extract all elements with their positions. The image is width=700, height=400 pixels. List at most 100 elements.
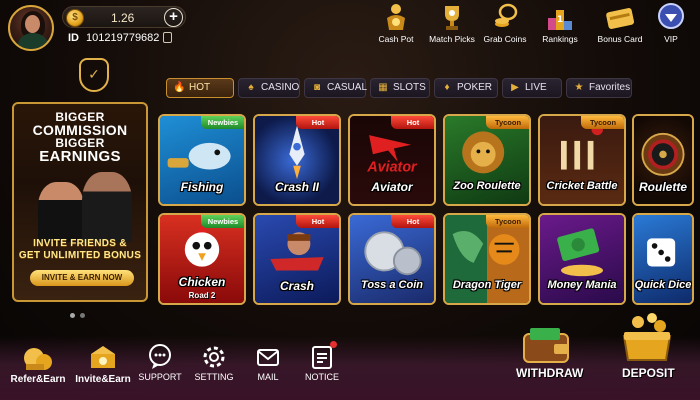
promo-line: EARNINGS [39,148,121,165]
wallet-icon[interactable] [518,326,574,366]
game-tile-chicken-road-2[interactable]: Newbies Chicken Road 2 [158,213,246,305]
withdraw-button[interactable]: WITHDRAW [516,366,583,380]
tab-casino[interactable]: ♠ CASINO [238,78,300,98]
game-tile-quick-dice[interactable]: Quick Dice [632,213,694,305]
game-title: Crash [279,279,314,293]
nav-label: Invite&Earn [75,374,131,385]
notice-icon [310,341,337,370]
top-nav-vip[interactable]: VIP [646,2,696,52]
tab-hot[interactable]: 🔥 HOT [166,78,234,98]
gear-icon [202,344,226,370]
coin-icon: $ [66,9,84,27]
game-title: Dragon Tiger [452,279,522,291]
game-subtitle: Road 2 [188,291,216,300]
game-title: Zoo Roulette [453,180,521,192]
game-tile-aviator[interactable]: Aviator Hot Aviator [348,114,436,206]
game-title: Toss a Coin [361,279,423,291]
nav-label: MAIL [257,372,279,382]
top-nav-match-picks[interactable]: Match Picks [422,2,482,52]
badge-newbies: Newbies [201,215,244,228]
tab-label: Favorites [589,82,631,93]
trophy-icon [437,2,467,32]
badge-newbies: Newbies [201,116,244,129]
carousel-dot[interactable] [80,313,85,318]
game-tile-crash-ii[interactable]: Hot Crash II [253,114,341,206]
top-bar: $ 1.26 + ID 101219779682 Cash Pot Match … [0,0,700,52]
carousel-dot-active[interactable] [70,313,75,318]
top-nav-label: Grab Coins [483,34,527,44]
nav-label: NOTICE [304,372,339,382]
coins-icon [490,2,520,32]
refer-earn-icon [20,344,56,372]
tab-label: POKER [457,82,493,93]
tab-slots[interactable]: ▦ SLOTS [370,78,430,98]
game-tile-zoo-roulette[interactable]: Tycoon Zoo Roulette [443,114,531,206]
copy-icon[interactable] [163,32,172,43]
badge-tycoon: Tycoon [486,116,529,129]
shield-check-icon[interactable]: ✓ [79,58,109,92]
game-title: Chicken [178,275,226,289]
top-nav-label: VIP [664,34,678,44]
nav-support[interactable]: SUPPORT [138,344,182,382]
gamepad-icon: ◙ [313,82,321,93]
top-nav-label: Bonus Card [597,34,643,44]
tab-favorites[interactable]: ★ Favorites [566,78,632,98]
cash-pot-icon [381,2,411,32]
notification-dot [330,341,337,348]
game-title: Cricket Battle [546,180,618,192]
flame-icon: 🔥 [173,82,186,93]
tab-label: LIVE [525,82,547,93]
balance-value: 1.26 [111,11,135,25]
tab-label: HOT [189,82,211,93]
invite-earn-now-button[interactable]: INVITE & EARN NOW [30,270,134,286]
promo-people-image [28,168,138,242]
invite-promo-banner[interactable]: BIGGER COMMISSION BIGGER EARNINGS INVITE… [12,102,148,302]
treasure-chest-icon[interactable] [618,312,676,364]
svg-text:Aviator: Aviator [366,159,418,175]
nav-label: Refer&Earn [10,374,66,385]
tab-label: SLOTS [393,82,426,93]
tab-label: CASUAL [327,82,368,93]
nav-setting[interactable]: SETTING [192,344,236,382]
nav-refer-earn[interactable]: Refer&Earn [8,344,68,385]
game-tile-toss-a-coin[interactable]: Hot Toss a Coin [348,213,436,305]
game-title: Money Mania [547,279,617,291]
tab-poker[interactable]: ♦ POKER [434,78,498,98]
top-nav-grab-coins[interactable]: Grab Coins [475,2,535,52]
game-tile-dragon-tiger[interactable]: Tycoon Dragon Tiger [443,213,531,305]
video-icon: ▶ [511,82,519,93]
nav-label: SETTING [194,372,234,382]
star-icon: ★ [574,82,584,93]
badge-hot: Hot [296,215,339,228]
nav-notice[interactable]: NOTICE [302,341,342,382]
game-title: Fishing [180,180,224,194]
tab-label: CASINO [261,82,300,93]
game-tile-cricket-battle[interactable]: Tycoon Cricket Battle [538,114,626,206]
slots-icon: ▦ [378,82,388,93]
add-funds-button[interactable]: + [164,8,183,27]
nav-invite-earn[interactable]: Invite&Earn [72,344,134,385]
player-avatar[interactable] [8,5,54,51]
game-tile-money-mania[interactable]: Money Mania [538,213,626,305]
nav-mail[interactable]: MAIL [248,344,288,382]
game-title: Aviator [371,180,413,194]
top-nav-label: Match Picks [429,34,475,44]
promo-cta-line: GET UNLIMITED BONUS [18,250,142,261]
vip-badge-icon [656,2,686,32]
badge-hot: Hot [391,215,434,228]
player-id-label: ID [68,32,79,44]
invite-earn-icon [85,344,121,372]
game-tile-roulette[interactable]: Roulette [632,114,694,206]
game-tile-fishing[interactable]: Newbies Fishing [158,114,246,206]
game-title: Crash II [274,180,319,194]
tab-live[interactable]: ▶ LIVE [502,78,562,98]
player-id-value: 101219779682 [86,32,160,44]
top-nav-bonus-card[interactable]: Bonus Card [590,2,650,52]
top-nav-rankings[interactable]: 1 Rankings [530,2,590,52]
tab-casual[interactable]: ◙ CASUAL [304,78,368,98]
game-tile-crash[interactable]: Hot Crash [253,213,341,305]
badge-tycoon: Tycoon [486,215,529,228]
top-nav-cash-pot[interactable]: Cash Pot [366,2,426,52]
deposit-button[interactable]: DEPOSIT [622,366,675,380]
game-title: Quick Dice [634,279,692,291]
